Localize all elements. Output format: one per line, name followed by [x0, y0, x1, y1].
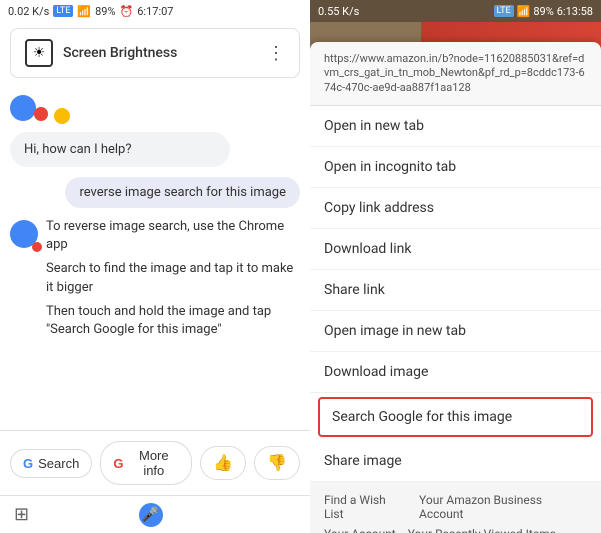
- speed-right: 0.55 K/s: [318, 5, 359, 18]
- footer-item-2[interactable]: Your Amazon Business Account: [419, 490, 587, 524]
- assistant-logo: [10, 92, 300, 124]
- menu-item-download-link[interactable]: Download link: [310, 229, 601, 270]
- menu-item-share-link[interactable]: Share link: [310, 270, 601, 311]
- response-bubbles: To reverse image search, use the Chrome …: [46, 218, 300, 339]
- time-left: 6:17:07: [137, 5, 173, 18]
- thumbs-up-button[interactable]: 👍: [200, 446, 246, 480]
- more-info-label: More info: [128, 448, 179, 478]
- action-bar: G Search G More info 👍 👎: [0, 430, 310, 495]
- status-left-info: 0.02 K/s LTE 📶 89% ⏰ 6:17:07: [8, 5, 174, 18]
- brightness-card: ☀ Screen Brightness ⋮: [10, 28, 300, 78]
- thumbs-down-button[interactable]: 👎: [254, 446, 300, 480]
- signal-left: 📶: [77, 5, 91, 18]
- network-right: LTE: [494, 5, 514, 17]
- battery-left: 89%: [95, 5, 115, 18]
- url-bar: https://www.amazon.in/b?node=11620885031…: [310, 42, 601, 106]
- menu-item-share-image[interactable]: Share image: [310, 441, 601, 482]
- user-query-bubble: reverse image search for this image: [65, 177, 300, 208]
- logo-yellow-circle: [54, 108, 70, 124]
- search-label: Search: [38, 456, 79, 471]
- menu-item-open-image-new-tab[interactable]: Open image in new tab: [310, 311, 601, 352]
- signal-right: 📶: [517, 5, 531, 18]
- speed-left: 0.02 K/s: [8, 5, 49, 18]
- greeting-bubble: Hi, how can I help?: [10, 132, 230, 167]
- footer-item-1[interactable]: Find a Wish List: [324, 490, 407, 524]
- nav-grid-icon[interactable]: ⊞: [14, 504, 29, 525]
- time-right: 6:13:58: [557, 5, 593, 18]
- brightness-title: Screen Brightness: [63, 45, 177, 61]
- alarm-left: ⏰: [120, 5, 134, 18]
- bg-image-area: COMPUTER AWARENESS Download https://www.…: [310, 22, 601, 533]
- right-panel: 0.55 K/s LTE 📶 89% 6:13:58 COMPUTER AWAR…: [310, 0, 601, 533]
- left-panel: 0.02 K/s LTE 📶 89% ⏰ 6:17:07 ☀ Screen Br…: [0, 0, 310, 533]
- response-text-2: Search to find the image and tap it to m…: [46, 260, 300, 296]
- menu-item-search-google[interactable]: Search Google for this image: [318, 397, 593, 437]
- response-text-3: Then touch and hold the image and tap "S…: [46, 303, 300, 339]
- network-left: LTE: [53, 5, 73, 17]
- battery-right: 89%: [533, 5, 553, 18]
- google-logo-search: G: [23, 456, 33, 471]
- logo-red-circle: [34, 107, 48, 121]
- bottom-nav-left: ⊞ 🎤: [0, 495, 310, 533]
- assistant-area: Hi, how can I help? reverse image search…: [0, 84, 310, 430]
- dots-menu[interactable]: ⋮: [267, 43, 285, 64]
- menu-item-open-incognito[interactable]: Open in incognito tab: [310, 147, 601, 188]
- assistant-response: To reverse image search, use the Chrome …: [10, 218, 300, 339]
- status-bar-right: 0.55 K/s LTE 📶 89% 6:13:58: [310, 0, 601, 22]
- menu-item-copy-link[interactable]: Copy link address: [310, 188, 601, 229]
- footer-item-3[interactable]: Your Account: [324, 524, 396, 533]
- mic-icon[interactable]: 🎤: [139, 503, 163, 527]
- logo-blue-circle: [10, 95, 36, 121]
- context-menu: https://www.amazon.in/b?node=11620885031…: [310, 42, 601, 533]
- footer-area: Find a Wish List Your Amazon Business Ac…: [310, 482, 601, 533]
- brightness-icon: ☀: [25, 39, 53, 67]
- menu-item-open-new-tab[interactable]: Open in new tab: [310, 106, 601, 147]
- google-logo-info: G: [113, 456, 123, 471]
- search-button[interactable]: G Search: [10, 449, 92, 478]
- assistant-avatar: [10, 220, 38, 248]
- more-info-button[interactable]: G More info: [100, 441, 192, 485]
- response-text-1: To reverse image search, use the Chrome …: [46, 218, 300, 254]
- status-bar-left: 0.02 K/s LTE 📶 89% ⏰ 6:17:07: [0, 0, 310, 22]
- footer-item-4[interactable]: Your Recently Viewed Items: [408, 524, 556, 533]
- menu-item-download-image[interactable]: Download image: [310, 352, 601, 393]
